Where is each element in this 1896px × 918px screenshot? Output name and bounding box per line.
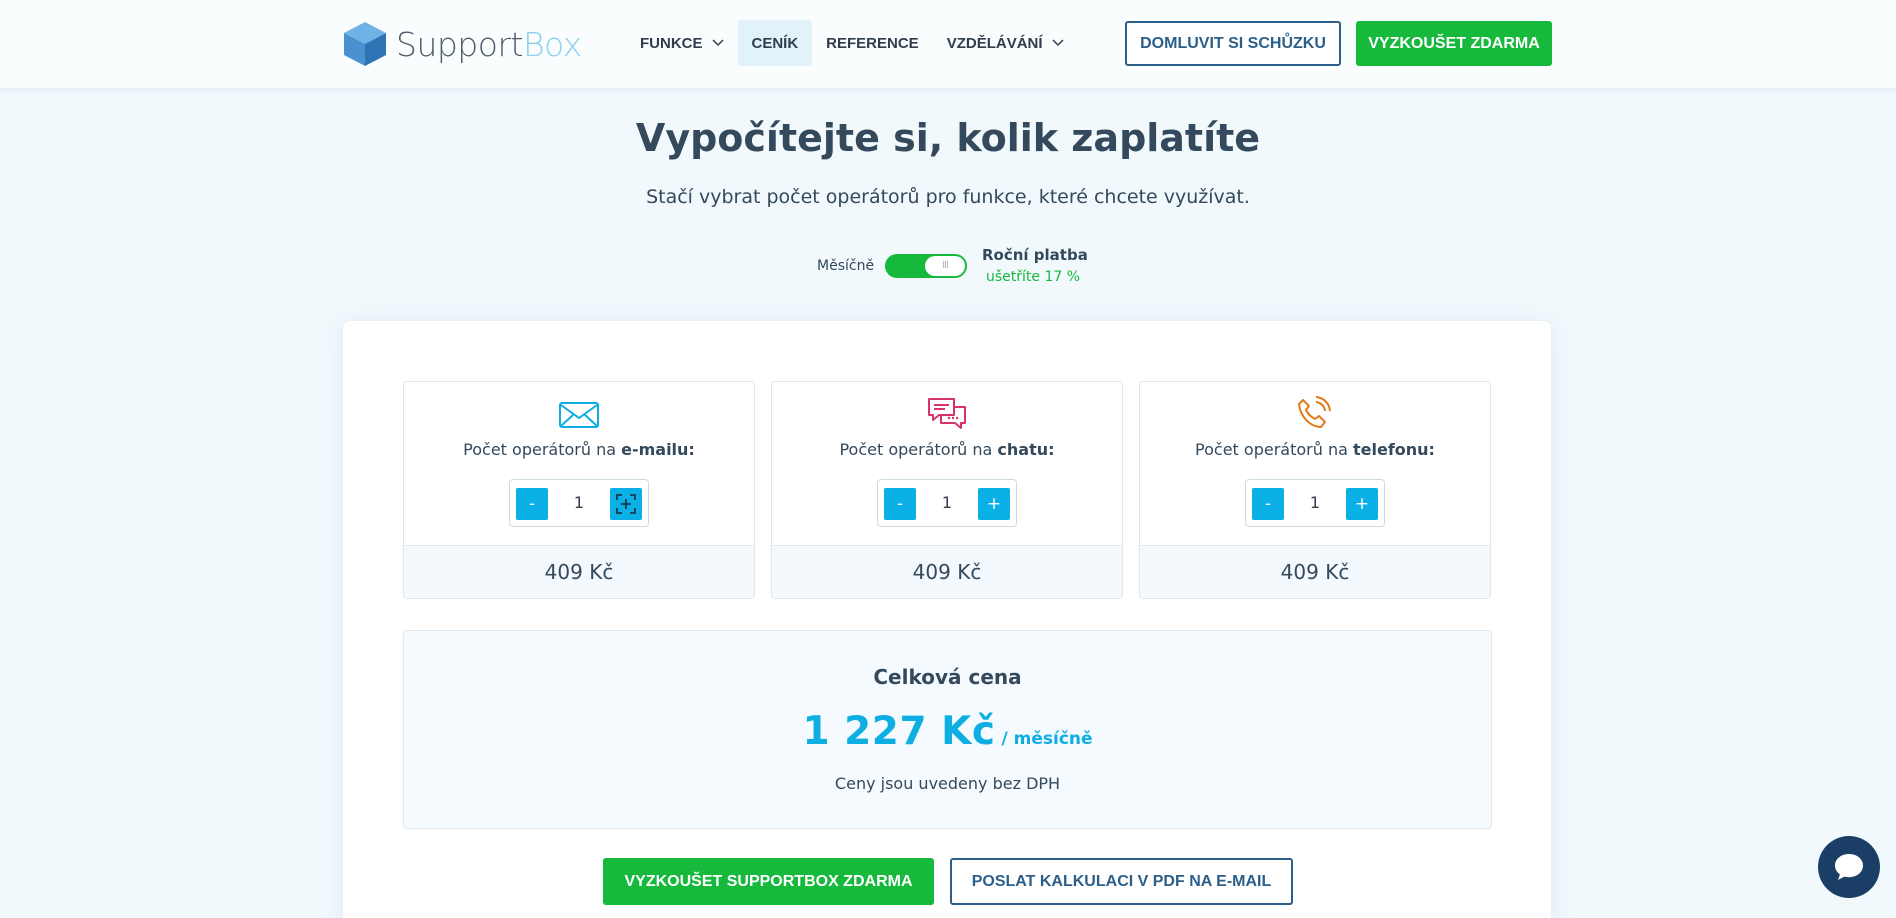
total-title: Celková cena [873, 665, 1022, 689]
main-nav: FUNKCE CENÍK REFERENCE VZDĚLÁVÁNÍ [626, 20, 1078, 66]
book-meeting-button[interactable]: DOMLUVIT SI SCHŮZKU [1125, 21, 1341, 66]
chat-icon [1835, 854, 1863, 880]
try-supportbox-button[interactable]: VYZKOUŠET SUPPORTBOX ZDARMA [603, 858, 934, 905]
plus-focus-icon [616, 494, 636, 514]
nav-item-label: REFERENCE [826, 34, 919, 52]
toggle-knob[interactable]: III [925, 256, 965, 276]
billing-toggle[interactable]: III [885, 254, 967, 278]
billing-monthly-label[interactable]: Měsíčně [817, 258, 874, 274]
nav-item-cenik[interactable]: CENÍK [737, 20, 813, 66]
nav-item-label: VZDĚLÁVÁNÍ [946, 34, 1043, 52]
total-price-box: Celková cena 1 227 Kč / měsíčně Ceny jsou… [403, 630, 1492, 829]
total-value: 1 227 Kč [802, 709, 996, 754]
operator-label-chat: Počet operátorů na chatu: [839, 440, 1055, 459]
total-price: 1 227 Kč / měsíčně [404, 709, 1491, 754]
quantity-input[interactable]: 1 [550, 480, 608, 526]
increment-button[interactable]: + [978, 488, 1010, 520]
try-free-button[interactable]: VYZKOUŠET ZDARMA [1356, 21, 1552, 66]
increment-button[interactable]: + [1346, 488, 1378, 520]
operator-price-email: 409 Kč [404, 545, 754, 598]
billing-switch: Měsíčně III Roční platba ušetříte 17 % [0, 246, 1896, 292]
logo-text-support: Support [396, 24, 523, 64]
chat-bubbles-icon [928, 398, 966, 429]
page-title: Vypočítejte si, kolik zaplatíte [635, 116, 1261, 160]
supportbox-logo[interactable]: SupportBox [342, 20, 582, 68]
phone-icon [1298, 396, 1331, 428]
total-period: / měsíčně [1001, 729, 1093, 749]
quantity-input[interactable]: 1 [918, 480, 976, 526]
pricing-calculator-card: Počet operátorů na e-mailu: - 1 409 Kč P… [342, 320, 1552, 918]
nav-item-label: CENÍK [751, 34, 799, 52]
decrement-button[interactable]: - [884, 488, 916, 520]
billing-yearly-label[interactable]: Roční platba [982, 246, 1088, 264]
nav-item-label: FUNKCE [640, 34, 703, 52]
decrement-button[interactable]: - [516, 488, 548, 520]
operator-box-email: Počet operátorů na e-mailu: - 1 409 Kč [403, 381, 755, 599]
send-pdf-button[interactable]: POSLAT KALKULACI V PDF NA E-MAIL [950, 858, 1293, 905]
operator-price-chat: 409 Kč [772, 545, 1122, 598]
increment-button[interactable] [610, 488, 642, 520]
quantity-stepper-email: - 1 [509, 479, 649, 527]
site-header: SupportBox FUNKCE CENÍK REFERENCE VZDĚLÁ… [0, 0, 1896, 88]
chevron-down-icon [711, 39, 724, 47]
operator-label-email: Počet operátorů na e-mailu: [463, 440, 695, 459]
operator-box-phone: Počet operátorů na telefonu: - 1 + 409 K… [1139, 381, 1491, 599]
page-subtitle: Stačí vybrat počet operátorů pro funkce,… [646, 186, 1250, 208]
decrement-button[interactable]: - [1252, 488, 1284, 520]
nav-item-reference[interactable]: REFERENCE [812, 20, 933, 66]
billing-savings-note: ušetříte 17 % [986, 269, 1081, 285]
operator-label-phone: Počet operátorů na telefonu: [1195, 440, 1435, 459]
quantity-stepper-chat: - 1 + [877, 479, 1017, 527]
vat-note: Ceny jsou uvedeny bez DPH [834, 774, 1061, 793]
nav-item-funkce[interactable]: FUNKCE [626, 20, 738, 66]
envelope-icon [559, 402, 599, 428]
cube-logo-icon [344, 22, 386, 66]
quantity-input[interactable]: 1 [1286, 480, 1344, 526]
quantity-stepper-phone: - 1 + [1245, 479, 1385, 527]
chevron-down-icon [1052, 39, 1064, 47]
logo-text-box: Box [522, 24, 582, 64]
nav-item-vzdelavani[interactable]: VZDĚLÁVÁNÍ [933, 20, 1078, 66]
chat-widget-button[interactable] [1818, 836, 1880, 898]
operator-box-chat: Počet operátorů na chatu: - 1 + 409 Kč [771, 381, 1123, 599]
operator-price-phone: 409 Kč [1140, 545, 1490, 598]
